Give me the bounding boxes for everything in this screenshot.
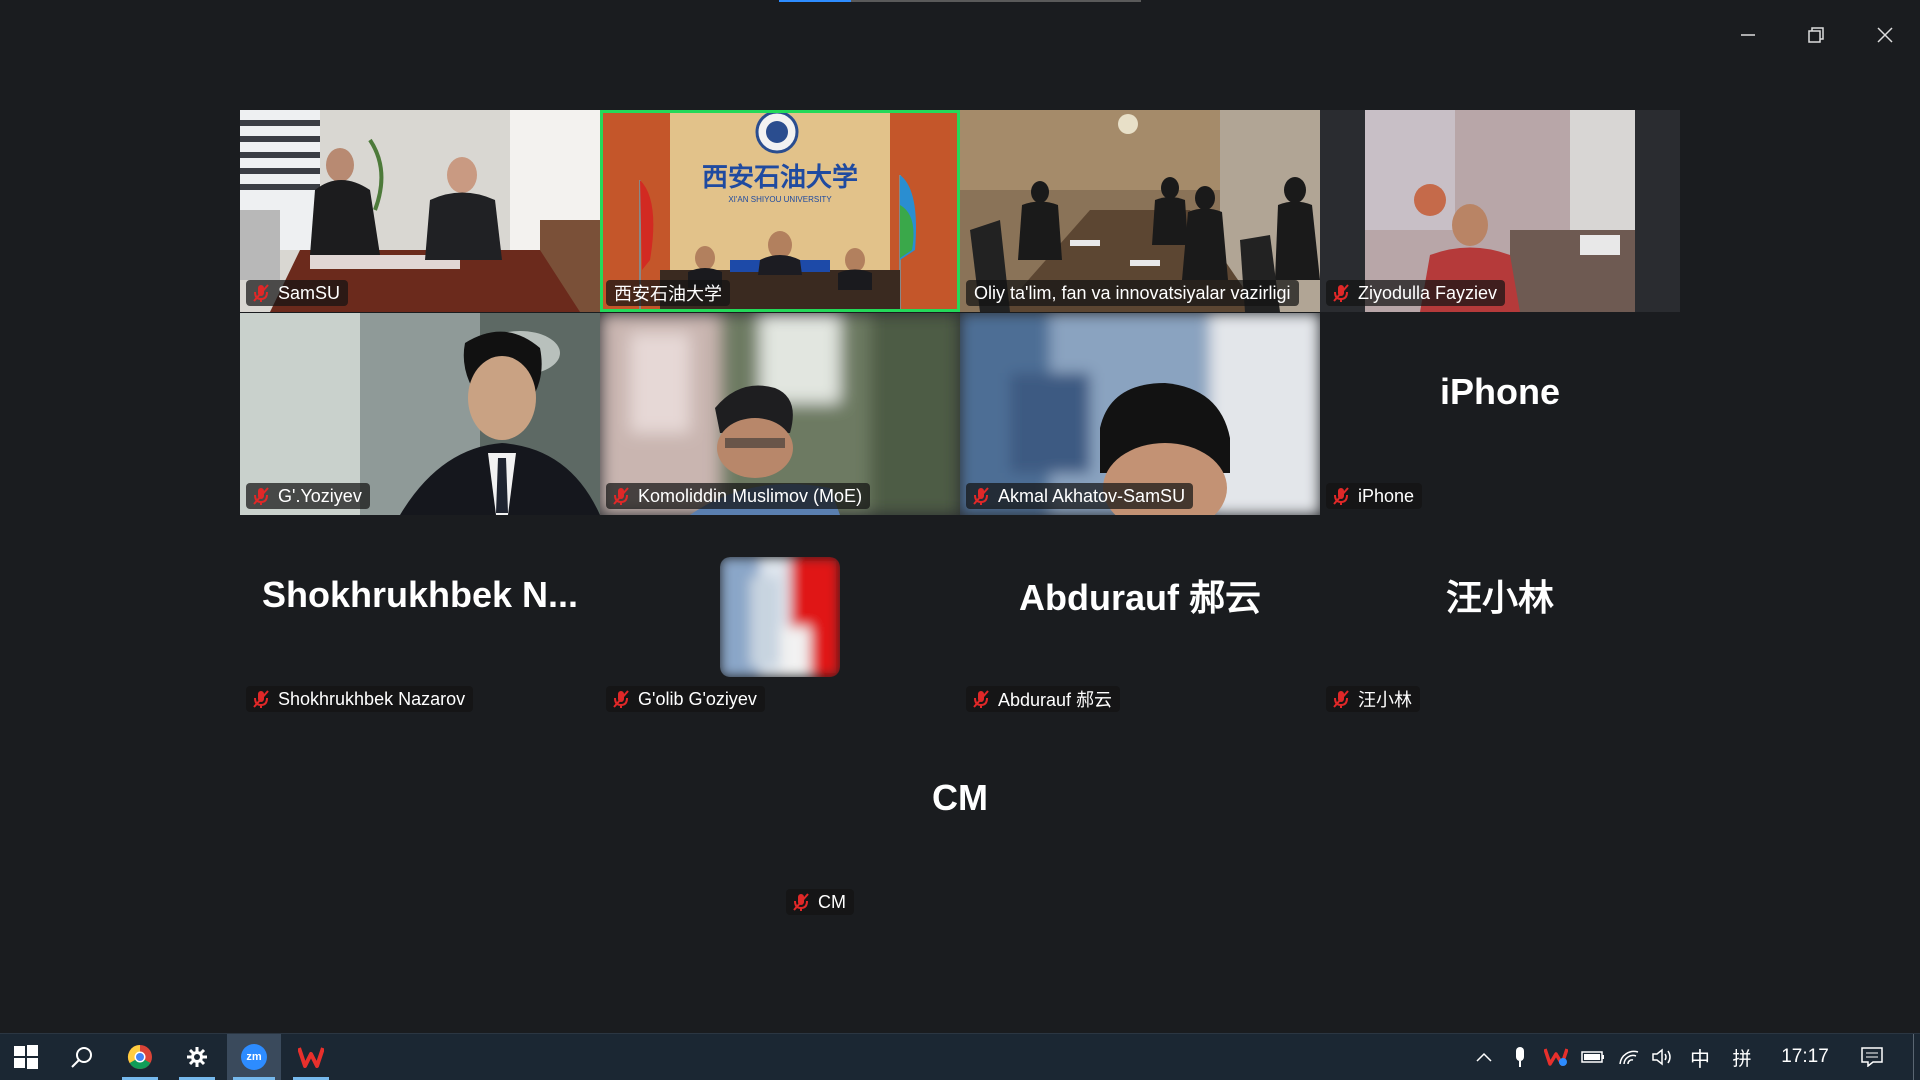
participant-tile-gyoziyev[interactable]: G'.Yoziyev	[240, 313, 600, 515]
mic-muted-icon	[970, 485, 992, 507]
participant-name-tag: CM	[786, 889, 854, 915]
participant-name-tag: G'olib G'oziyev	[606, 686, 765, 712]
participant-name: Oliy ta'lim, fan va innovatsiyalar vazir…	[974, 282, 1291, 303]
participant-name-tag: G'.Yoziyev	[246, 483, 370, 509]
mic-muted-icon	[1330, 688, 1352, 710]
wps-tray[interactable]	[1540, 1034, 1572, 1080]
participant-name: 汪小林	[1358, 690, 1412, 710]
participant-name-tag: Akmal Akhatov-SamSU	[966, 483, 1194, 509]
restore-button[interactable]	[1799, 18, 1833, 52]
participant-tile-komoliddin[interactable]: Komoliddin Muslimov (MoE)	[600, 313, 960, 515]
participant-name-tag: 汪小林	[1326, 686, 1420, 712]
close-icon	[1877, 27, 1893, 43]
participant-name: Akmal Akhatov-SamSU	[998, 485, 1186, 506]
taskbar: zm 中 拼 17:17	[0, 1033, 1920, 1080]
participant-name: Shokhrukhbek Nazarov	[278, 688, 466, 709]
mic-muted-icon	[790, 891, 812, 913]
start-icon	[14, 1045, 38, 1069]
participant-name-tag: Abdurauf 郝云	[966, 686, 1121, 712]
input-mode-button[interactable]: 拼	[1726, 1034, 1758, 1080]
participant-display-name: 汪小林	[1445, 577, 1554, 618]
show-hidden-icons-button[interactable]	[1470, 1034, 1498, 1080]
participant-name-tag: Oliy ta'lim, fan va innovatsiyalar vazir…	[966, 280, 1299, 306]
minimize-button[interactable]	[1731, 18, 1765, 52]
participant-tile-wang[interactable]: 汪小林 汪小林	[1320, 516, 1680, 718]
participant-tile-abdurauf[interactable]: Abdurauf 郝云 Abdurauf 郝云	[960, 516, 1320, 718]
volume-tray[interactable]	[1648, 1034, 1678, 1080]
participant-name-tag: Komoliddin Muslimov (MoE)	[606, 483, 871, 509]
mic-muted-icon	[250, 282, 272, 304]
participant-tile-akmal[interactable]: Akmal Akhatov-SamSU	[960, 313, 1320, 515]
participant-name: Komoliddin Muslimov (MoE)	[638, 485, 863, 506]
chevron-up-icon	[1476, 1052, 1492, 1062]
chrome-icon	[127, 1045, 152, 1070]
mic-muted-icon	[250, 485, 272, 507]
participant-name: iPhone	[1358, 485, 1415, 506]
participant-name: Abdurauf 郝云	[998, 690, 1113, 710]
battery-tray[interactable]	[1578, 1034, 1608, 1080]
close-button[interactable]	[1868, 18, 1902, 52]
chrome-app[interactable]	[116, 1034, 164, 1080]
wps-app[interactable]	[287, 1034, 335, 1080]
microphone-icon	[1516, 1047, 1524, 1067]
mic-muted-icon	[1330, 485, 1352, 507]
start-button[interactable]	[0, 1034, 52, 1080]
search-icon	[71, 1047, 92, 1068]
participant-tile-iphone[interactable]: iPhone iPhone	[1320, 313, 1680, 515]
participant-name-tag: iPhone	[1326, 483, 1423, 509]
microphone-tray[interactable]	[1506, 1034, 1534, 1080]
participant-name: CM	[818, 891, 846, 912]
university-logo-subtext: XI'AN SHIYOU UNIVERSITY	[728, 195, 832, 204]
show-desktop-button[interactable]	[1913, 1034, 1920, 1080]
settings-app[interactable]	[173, 1034, 221, 1080]
participant-display-name: Abdurauf 郝云	[1019, 577, 1261, 618]
participant-tile-samsu[interactable]: SamSU	[240, 110, 600, 312]
battery-icon	[1581, 1051, 1604, 1063]
wifi-tray[interactable]	[1614, 1034, 1644, 1080]
mic-muted-icon	[250, 688, 272, 710]
participant-name-tag: 西安石油大学	[606, 280, 730, 306]
mic-muted-icon	[970, 688, 992, 710]
mic-muted-icon	[610, 688, 632, 710]
mic-muted-icon	[610, 485, 632, 507]
participant-display-name: iPhone	[1439, 371, 1560, 412]
input-language-button[interactable]: 中	[1684, 1034, 1716, 1080]
mic-muted-icon	[1330, 282, 1352, 304]
participant-avatar	[720, 557, 840, 677]
university-logo-text: 西安石油大学	[702, 162, 858, 192]
participant-display-name: Shokhrukhbek N...	[261, 574, 579, 615]
participant-name-tag: Ziyodulla Fayziev	[1326, 280, 1506, 306]
restore-icon	[1808, 27, 1824, 43]
participant-name: 西安石油大学	[614, 284, 722, 304]
participant-display-name: CM	[932, 777, 988, 818]
participant-tile-golib[interactable]: G'olib G'oziyev	[600, 516, 960, 718]
participant-name: Ziyodulla Fayziev	[1358, 282, 1498, 303]
top-bar-indicator-active	[779, 0, 851, 2]
search-button[interactable]	[58, 1034, 106, 1080]
clock[interactable]: 17:17	[1770, 1034, 1840, 1080]
minimize-icon	[1741, 34, 1755, 36]
zoom-app[interactable]: zm	[227, 1034, 281, 1080]
participant-tile-xian-university[interactable]: 西安石油大学 XI'AN SHIYOU UNIVERSITY 西安石油大学	[600, 110, 960, 312]
participant-tile-ziyodulla[interactable]: Ziyodulla Fayziev	[1320, 110, 1680, 312]
notification-icon	[1861, 1047, 1883, 1067]
participant-tile-shokhrukhbek[interactable]: Shokhrukhbek N... Shokhrukhbek Nazarov	[240, 516, 600, 718]
wps-icon	[298, 1047, 324, 1068]
participant-name: G'olib G'oziyev	[638, 688, 757, 709]
settings-icon	[187, 1047, 207, 1067]
volume-icon	[1652, 1048, 1671, 1066]
wps-tray-icon	[1544, 1048, 1568, 1066]
notification-center-button[interactable]	[1852, 1034, 1892, 1080]
participant-tile-ministry[interactable]: Oliy ta'lim, fan va innovatsiyalar vazir…	[960, 110, 1320, 312]
participant-name-tag: SamSU	[246, 280, 349, 306]
participant-name: G'.Yoziyev	[278, 485, 362, 506]
participant-name: SamSU	[278, 282, 341, 303]
wifi-icon	[1619, 1050, 1639, 1065]
zoom-icon: zm	[241, 1044, 267, 1070]
participant-tile-cm[interactable]: CM CM	[780, 719, 1140, 921]
participant-name-tag: Shokhrukhbek Nazarov	[246, 686, 474, 712]
top-bar-indicator	[779, 0, 1141, 2]
